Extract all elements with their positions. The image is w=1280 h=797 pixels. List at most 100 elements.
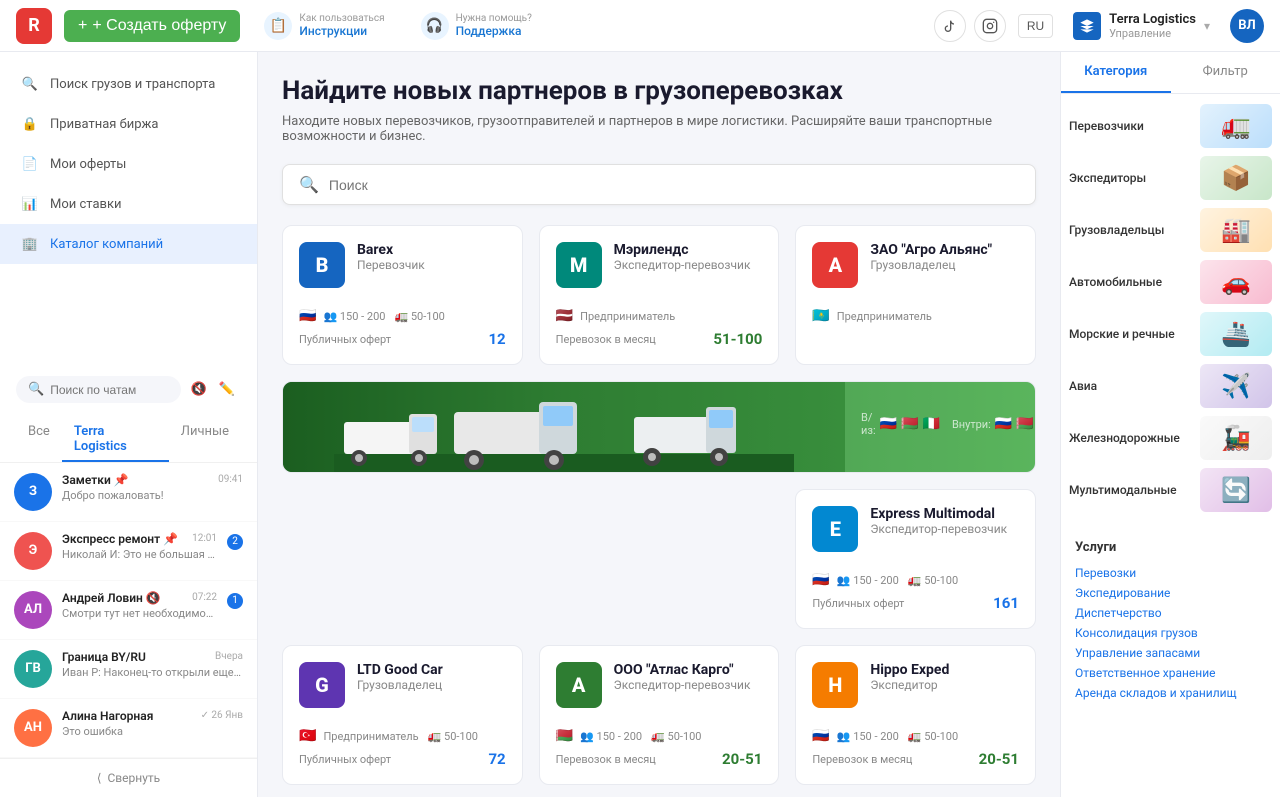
rail-category-image: 🚂 [1200,416,1272,460]
company-logo: E [812,506,858,552]
support-hint[interactable]: 🎧 Нужна помощь? Поддержка [409,6,544,46]
right-panel-tabs: Категория Фильтр [1061,52,1280,94]
service-link-forwarding[interactable]: Экспедирование [1075,583,1266,603]
service-link-storage[interactable]: Ответственное хранение [1075,663,1266,683]
sea-category-image: 🚢 [1200,312,1272,356]
page-title: Найдите новых партнеров в грузоперевозка… [282,76,1036,106]
chat-search-row: 🔍 🔇 ✏️ [0,372,257,412]
create-offer-button[interactable]: + + Создать оферту [64,10,240,42]
topnav: R + + Создать оферту 📋 Как пользоваться … [0,0,1280,52]
company-logo: G [299,662,345,708]
support-icon: 🎧 [421,12,449,40]
collapse-icon: ⟨ [97,771,102,785]
company-logo: M [556,242,602,288]
tiktok-button[interactable] [934,10,966,42]
category-section: Перевозчики 🚛 Экспедиторы 📦 Грузовладель… [1061,94,1280,530]
sidebar: 🔍 Поиск грузов и транспорта 🔒 Приватная … [0,52,258,797]
tab-category[interactable]: Категория [1061,52,1171,93]
company-card-hippo[interactable]: H Hippo Exped Экспедитор 🇷🇺 👥 150 - 200 … [795,645,1036,785]
services-section: Услуги Перевозки Экспедирование Диспетче… [1061,530,1280,713]
service-link-warehouse[interactable]: Аренда складов и хранилищ [1075,683,1266,703]
bids-icon: 📊 [20,194,40,214]
instructions-hint[interactable]: 📋 Как пользоваться Инструкции [252,6,396,46]
lock-icon: 🔒 [20,114,40,134]
air-category-image: ✈️ [1200,364,1272,408]
chat-item[interactable]: АЛ Андрей Ловин 🔇 07:22 Смотри тут нет н… [0,581,257,640]
company-dropdown-icon: ▾ [1204,19,1210,33]
carriers-category-image: 🚛 [1200,104,1272,148]
chat-list: З Заметки 📌 09:41 Добро пожаловать! Э Эк… [0,463,257,759]
user-avatar[interactable]: ВЛ [1230,9,1264,43]
chat-item[interactable]: З Заметки 📌 09:41 Добро пожаловать! [0,463,257,522]
chat-search-box[interactable]: 🔍 [16,376,181,403]
collapse-label: Свернуть [108,771,161,785]
avatar: З [14,473,52,511]
multi-category-image: 🔄 [1200,468,1272,512]
chat-item[interactable]: Э Экспресс ремонт 📌 12:01 Николай И: Это… [0,522,257,581]
category-item-forwarders[interactable]: Экспедиторы 📦 [1061,156,1280,208]
avatar: АН [14,709,52,747]
right-panel: Категория Фильтр Перевозчики 🚛 Экспедито… [1060,52,1280,797]
company-search-bar[interactable]: 🔍 [282,164,1036,205]
category-item-multi[interactable]: Мультимодальные 🔄 [1061,468,1280,520]
page-subtitle: Находите новых перевозчиков, грузоотправ… [282,114,1036,144]
chat-tabs: Все Terra Logistics Личные [0,412,257,463]
service-link-inventory[interactable]: Управление запасами [1075,643,1266,663]
search-icon: 🔍 [299,175,319,194]
search-cargo-icon: 🔍 [20,74,40,94]
service-link-consolidation[interactable]: Консолидация грузов [1075,623,1266,643]
company-card-atlas[interactable]: А ООО "Атлас Карго" Экспедитор-перевозчи… [539,645,780,785]
forwarders-category-image: 📦 [1200,156,1272,200]
language-button[interactable]: RU [1018,14,1053,38]
service-link-dispatch[interactable]: Диспетчерство [1075,603,1266,623]
sidebar-item-search[interactable]: 🔍 Поиск грузов и транспорта [0,64,257,104]
sidebar-item-catalog[interactable]: 🏢 Каталог компаний [0,224,257,264]
category-item-auto[interactable]: Автомобильные 🚗 [1061,260,1280,312]
mute-button[interactable]: 🔇 [185,376,213,404]
service-link-transport[interactable]: Перевозки [1075,563,1266,583]
chat-item[interactable]: ГВ Граница BY/RU Вчера Иван Р: Наконец-т… [0,640,257,699]
category-item-owners[interactable]: Грузовладельцы 🏭 [1061,208,1280,260]
featured-banner[interactable]: В/из: 🇷🇺 🇧🇾 🇮🇹 Внутри: 🇷🇺 🇧🇾 +2 [282,381,1036,473]
collapse-button[interactable]: ⟨ Свернуть [0,758,257,797]
unread-badge: 1 [227,593,243,609]
company-card-barex[interactable]: B Barex Перевозчик 🇷🇺 👥 150 - 200 🚛 50-1… [282,225,523,365]
app-layout: 🔍 Поиск грузов и транспорта 🔒 Приватная … [0,52,1280,797]
tab-all[interactable]: Все [16,418,62,462]
social-links [934,10,1006,42]
company-search-input[interactable] [329,177,1019,193]
category-item-carriers[interactable]: Перевозчики 🚛 [1061,104,1280,156]
company-selector[interactable]: Terra Logistics Управление ▾ [1065,8,1218,44]
company-logo: H [812,662,858,708]
chat-item[interactable]: АН Алина Нагорная ✓ 26 Янв Это ошибка [0,699,257,758]
category-item-rail[interactable]: Железнодорожные 🚂 [1061,416,1280,468]
tab-personal[interactable]: Личные [169,418,241,462]
owners-category-image: 🏭 [1200,208,1272,252]
avatar: АЛ [14,591,52,629]
catalog-icon: 🏢 [20,234,40,254]
services-title: Услуги [1075,540,1266,555]
company-card-meryland[interactable]: M Мэрилендс Экспедитор-перевозчик 🇱🇻 Пре… [539,225,780,365]
company-card-express[interactable]: E Express Multimodal Экспедитор-перевозч… [795,489,1036,629]
company-card-goodcar[interactable]: G LTD Good Car Грузовладелец 🇹🇷 Предприн… [282,645,523,785]
sidebar-item-bids[interactable]: 📊 Мои ставки [0,184,257,224]
avatar: ГВ [14,650,52,688]
offers-icon: 📄 [20,154,40,174]
auto-category-image: 🚗 [1200,260,1272,304]
instagram-button[interactable] [974,10,1006,42]
sidebar-item-private[interactable]: 🔒 Приватная биржа [0,104,257,144]
chat-search-input[interactable] [50,383,169,397]
sidebar-item-offers[interactable]: 📄 Мои офeрты [0,144,257,184]
tab-terra[interactable]: Terra Logistics [62,418,169,462]
tab-filter[interactable]: Фильтр [1171,52,1280,93]
compose-button[interactable]: ✏️ [213,376,241,404]
category-item-air[interactable]: Авиа ✈️ [1061,364,1280,416]
category-item-sea[interactable]: Морские и речные 🚢 [1061,312,1280,364]
instructions-icon: 📋 [264,12,292,40]
app-logo: R [16,8,52,44]
unread-badge: 2 [227,534,243,550]
company-logo: А [812,242,858,288]
company-card-agro[interactable]: А ЗАО "Агро Альянс" Грузовладелец 🇰🇿 Пре… [795,225,1036,365]
company-grid: B Barex Перевозчик 🇷🇺 👥 150 - 200 🚛 50-1… [282,225,1036,797]
featured-background [283,382,845,472]
